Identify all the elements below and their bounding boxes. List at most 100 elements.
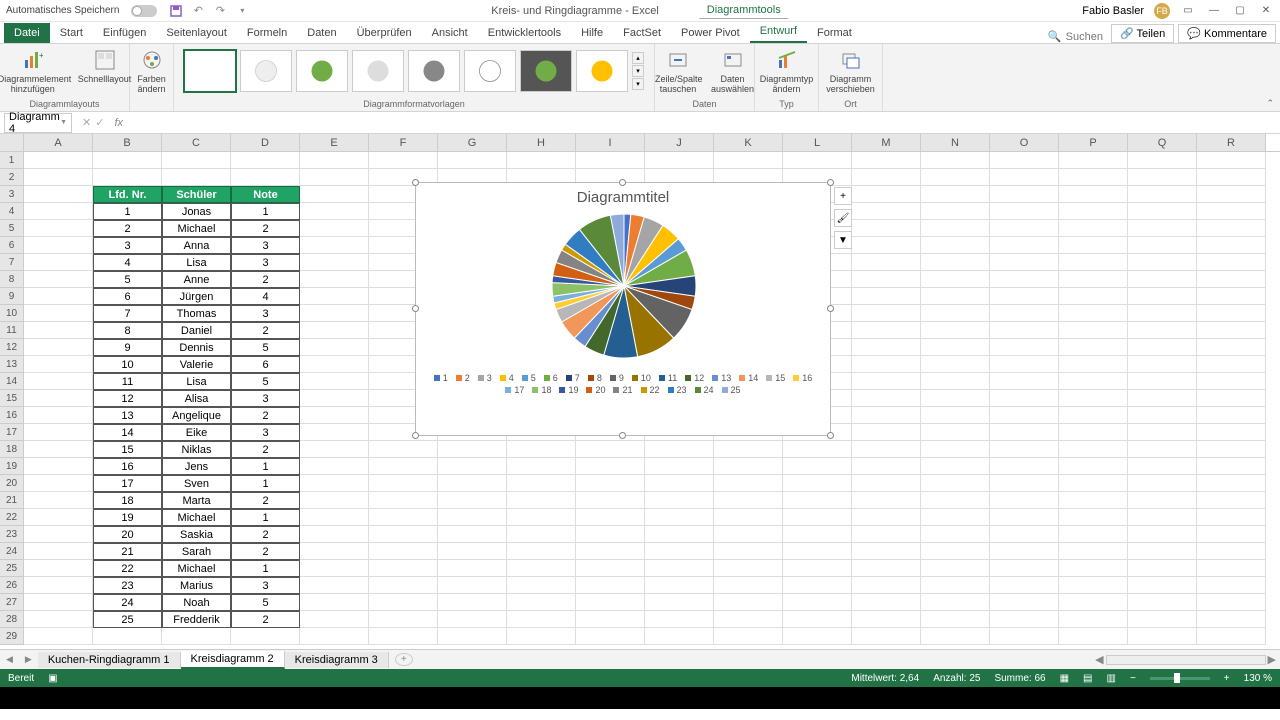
cell[interactable] (24, 322, 93, 339)
cell[interactable] (24, 220, 93, 237)
zoom-out-button[interactable]: − (1130, 673, 1136, 684)
cell[interactable] (852, 356, 921, 373)
cell[interactable] (24, 424, 93, 441)
cell[interactable]: 1 (231, 458, 300, 475)
cell[interactable] (1059, 526, 1128, 543)
cell[interactable] (921, 237, 990, 254)
cell[interactable] (1128, 373, 1197, 390)
cell[interactable] (576, 509, 645, 526)
cell[interactable] (921, 186, 990, 203)
cell[interactable] (921, 339, 990, 356)
cell[interactable] (852, 237, 921, 254)
legend-item[interactable]: 2 (456, 373, 470, 383)
cell[interactable] (990, 220, 1059, 237)
cell[interactable] (1197, 441, 1266, 458)
column-header[interactable]: A (24, 134, 93, 151)
cell[interactable] (300, 373, 369, 390)
zoom-level[interactable]: 130 % (1244, 673, 1272, 684)
cell[interactable] (921, 577, 990, 594)
cell[interactable] (24, 458, 93, 475)
cell[interactable]: 10 (93, 356, 162, 373)
cell[interactable] (921, 594, 990, 611)
cell[interactable] (576, 611, 645, 628)
change-colors-button[interactable]: Farben ändern (133, 46, 170, 96)
cell[interactable]: 6 (93, 288, 162, 305)
cell[interactable] (645, 543, 714, 560)
cell[interactable]: 5 (231, 373, 300, 390)
select-data-button[interactable]: Daten auswählen (707, 46, 758, 96)
cell[interactable] (438, 577, 507, 594)
cell[interactable] (783, 560, 852, 577)
cell[interactable] (1128, 305, 1197, 322)
column-header[interactable]: P (1059, 134, 1128, 151)
column-header[interactable]: B (93, 134, 162, 151)
cell[interactable]: Thomas (162, 305, 231, 322)
cell[interactable] (714, 441, 783, 458)
cell[interactable] (1059, 458, 1128, 475)
cell[interactable] (1128, 475, 1197, 492)
cell[interactable] (783, 628, 852, 645)
cell[interactable] (852, 543, 921, 560)
cell[interactable] (1128, 628, 1197, 645)
cell[interactable]: 2 (231, 407, 300, 424)
cell[interactable] (369, 577, 438, 594)
cell[interactable] (1059, 220, 1128, 237)
cell[interactable]: Anna (162, 237, 231, 254)
cell[interactable] (990, 560, 1059, 577)
cell[interactable] (507, 543, 576, 560)
cell[interactable] (921, 254, 990, 271)
cell[interactable] (300, 492, 369, 509)
row-header[interactable]: 2 (0, 169, 24, 186)
column-header[interactable]: O (990, 134, 1059, 151)
cell[interactable]: 7 (93, 305, 162, 322)
cell[interactable] (438, 152, 507, 169)
row-header[interactable]: 13 (0, 356, 24, 373)
row-header[interactable]: 25 (0, 560, 24, 577)
cell[interactable] (1197, 339, 1266, 356)
cell[interactable] (1059, 254, 1128, 271)
legend-item[interactable]: 20 (586, 385, 605, 395)
cell[interactable] (300, 390, 369, 407)
cell[interactable] (24, 339, 93, 356)
cell[interactable] (24, 288, 93, 305)
cell[interactable] (1059, 305, 1128, 322)
cell[interactable] (24, 526, 93, 543)
cell[interactable] (1059, 407, 1128, 424)
tab-daten[interactable]: Daten (297, 23, 346, 43)
cell[interactable] (645, 628, 714, 645)
cell[interactable] (645, 594, 714, 611)
tab-start[interactable]: Start (50, 23, 93, 43)
cell[interactable] (990, 611, 1059, 628)
cell[interactable] (1059, 628, 1128, 645)
cell[interactable] (714, 543, 783, 560)
cell[interactable]: Angelique (162, 407, 231, 424)
cell[interactable] (576, 628, 645, 645)
cell[interactable] (714, 152, 783, 169)
cell[interactable] (990, 356, 1059, 373)
cell[interactable] (369, 152, 438, 169)
cell[interactable] (507, 611, 576, 628)
tab-ansicht[interactable]: Ansicht (422, 23, 478, 43)
collapse-ribbon-icon[interactable]: ⌃ (1266, 98, 1274, 109)
tell-me-search[interactable]: 🔍 Suchen (1040, 30, 1111, 43)
cell[interactable] (783, 458, 852, 475)
cell[interactable]: Schüler (162, 186, 231, 203)
cell[interactable] (921, 509, 990, 526)
cell[interactable] (438, 628, 507, 645)
cell[interactable]: Marta (162, 492, 231, 509)
cell[interactable] (300, 407, 369, 424)
column-header[interactable]: Q (1128, 134, 1197, 151)
cell[interactable]: 17 (93, 475, 162, 492)
macro-record-icon[interactable]: ▣ (48, 673, 57, 684)
cell[interactable] (921, 543, 990, 560)
cell[interactable] (507, 441, 576, 458)
cell[interactable] (852, 441, 921, 458)
cell[interactable] (438, 611, 507, 628)
legend-item[interactable]: 14 (739, 373, 758, 383)
cell[interactable] (921, 390, 990, 407)
cell[interactable] (921, 203, 990, 220)
cell[interactable] (852, 560, 921, 577)
chart-filters-button[interactable]: ▼ (834, 231, 852, 249)
cell[interactable] (990, 373, 1059, 390)
cell[interactable]: 2 (231, 441, 300, 458)
